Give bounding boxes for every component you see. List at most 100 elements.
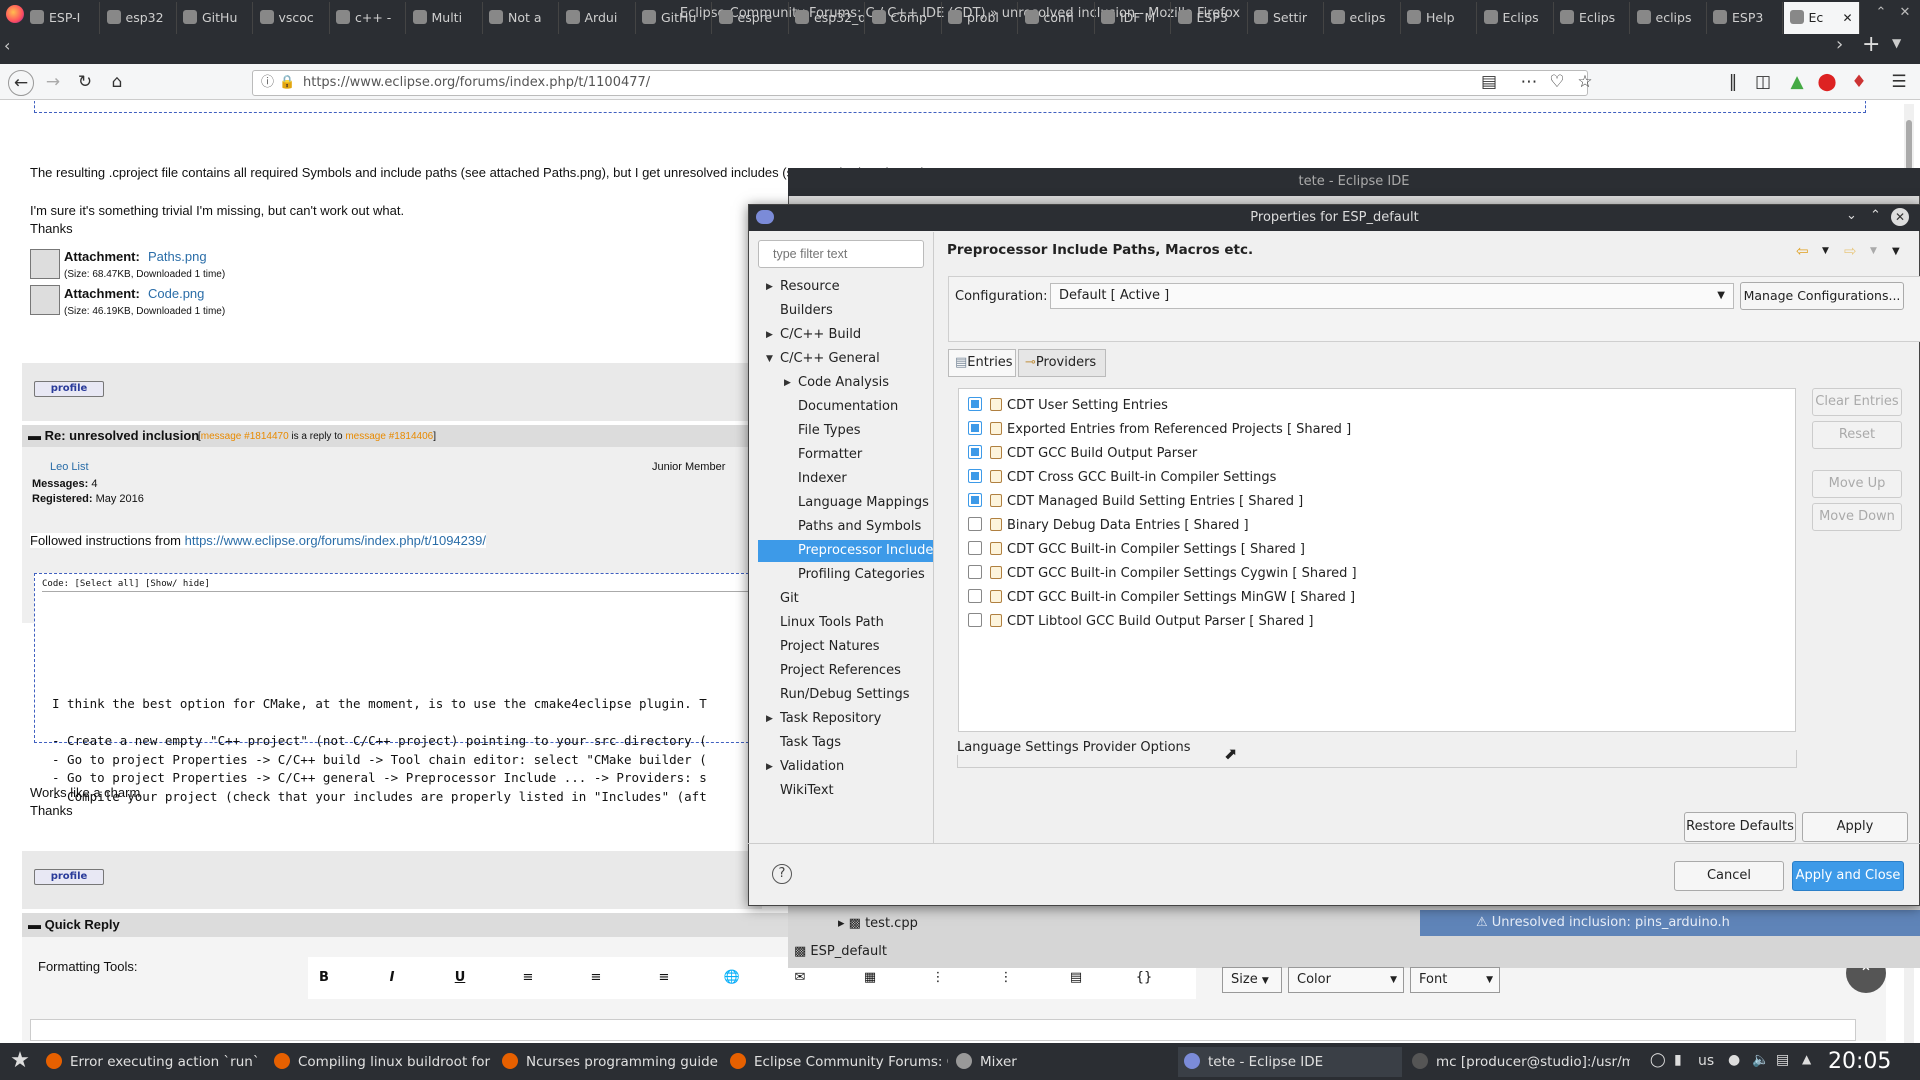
browser-tab[interactable]: Help <box>1401 2 1477 34</box>
tree-item[interactable]: WikiText <box>758 780 934 802</box>
browser-tab[interactable]: espre <box>713 2 789 34</box>
email-icon[interactable]: ✉ <box>790 970 810 985</box>
tree-item[interactable]: ▶ Code Analysis <box>758 372 934 394</box>
browser-tab[interactable]: Settir <box>1248 2 1324 34</box>
hamburger-menu-icon[interactable]: ☰ <box>1888 71 1910 93</box>
back-arrow-icon[interactable]: ← <box>8 70 34 96</box>
browser-tab[interactable]: eclips <box>1325 2 1401 34</box>
move-down-button[interactable]: Move Down <box>1812 503 1902 531</box>
new-tab-icon[interactable]: + <box>1862 32 1880 57</box>
browser-tab[interactable]: esp32 <box>101 2 177 34</box>
taskbar-item[interactable]: Eclipse Community Forums: C... <box>724 1047 948 1077</box>
provider-entry[interactable]: CDT Cross GCC Built-in Compiler Settings <box>968 468 1276 488</box>
tree-item[interactable]: ▶ Resource <box>758 276 934 298</box>
provider-entry[interactable]: CDT GCC Built-in Compiler Settings MinGW… <box>968 588 1355 608</box>
info-icon[interactable]: ⓘ <box>261 71 274 95</box>
expand-arrow-icon[interactable]: ▶ <box>784 372 791 394</box>
browser-tab[interactable]: Ec ✕ <box>1783 2 1860 34</box>
keyboard-layout[interactable]: us <box>1698 1053 1714 1069</box>
browser-tab[interactable]: eclips <box>1631 2 1707 34</box>
tree-item[interactable]: Project References <box>758 660 934 682</box>
tree-item-test-cpp[interactable]: ▸ ▩ test.cpp <box>838 916 918 931</box>
browser-tab[interactable]: ESP3 <box>1707 2 1783 34</box>
bullet-list-icon[interactable]: ⋮ <box>996 970 1016 985</box>
reader-view-icon[interactable]: ▤ <box>1478 71 1500 93</box>
dialog-minimize-icon[interactable]: ⌄ <box>1846 208 1857 223</box>
attachment-link-paths[interactable]: Paths.png <box>148 249 207 264</box>
reply-textarea[interactable] <box>30 1019 1856 1041</box>
apply-button[interactable]: Apply <box>1802 812 1908 842</box>
provider-entry[interactable]: CDT Managed Build Setting Entries [ Shar… <box>968 492 1303 512</box>
align-center-icon[interactable]: ≡ <box>586 970 606 985</box>
bold-button[interactable]: B <box>314 970 334 985</box>
provider-entry[interactable]: CDT GCC Build Output Parser <box>968 444 1197 464</box>
tree-item[interactable]: Profiling Categories <box>758 564 934 586</box>
reset-button[interactable]: Reset <box>1812 421 1902 449</box>
provider-checkbox[interactable] <box>968 541 982 555</box>
tree-item[interactable]: Project Natures <box>758 636 934 658</box>
restore-defaults-button[interactable]: Restore Defaults <box>1684 812 1796 842</box>
size-dropdown[interactable]: Size ▼ <box>1222 967 1282 993</box>
provider-checkbox[interactable] <box>968 517 982 531</box>
taskbar-item[interactable]: Error executing action `run` ... <box>40 1047 264 1077</box>
browser-tab[interactable]: Not a <box>483 2 559 34</box>
provider-entry[interactable]: CDT Libtool GCC Build Output Parser [ Sh… <box>968 612 1313 632</box>
provider-checkbox[interactable] <box>968 445 982 459</box>
back-nav-icon[interactable]: ⇦ <box>1796 242 1809 260</box>
tree-item[interactable]: Git <box>758 588 934 610</box>
align-left-icon[interactable]: ≡ <box>518 970 538 985</box>
close-window-icon[interactable]: ✕ <box>1896 4 1914 22</box>
browser-tab[interactable]: ESP-I <box>24 2 100 34</box>
followed-link[interactable]: https://www.eclipse.org/forums/index.php… <box>185 533 486 548</box>
tray-expand-icon[interactable]: ▲ <box>1802 1052 1811 1066</box>
expand-arrow-icon[interactable]: ▶ <box>766 276 773 298</box>
browser-tab[interactable]: vscoc <box>254 2 330 34</box>
provider-checkbox[interactable] <box>968 565 982 579</box>
tree-item[interactable]: Task Tags <box>758 732 934 754</box>
forward-history-chevron-icon[interactable]: ▼ <box>1870 246 1877 256</box>
taskbar-item[interactable]: Mixer <box>950 1047 1174 1077</box>
page-actions-icon[interactable]: ⋯ <box>1518 71 1540 93</box>
url-bar[interactable]: ⓘ 🔒 https://www.eclipse.org/forums/index… <box>252 70 1588 96</box>
browser-tab[interactable]: Multi <box>407 2 483 34</box>
tray-device-icon[interactable]: ▮ <box>1674 1052 1682 1068</box>
attachment-link-code[interactable]: Code.png <box>148 286 204 301</box>
browser-tab[interactable]: Comp <box>866 2 942 34</box>
volume-icon[interactable]: 🔈 <box>1752 1052 1769 1068</box>
code-icon[interactable]: {} <box>1134 970 1154 985</box>
shield-extension-icon[interactable]: ♦ <box>1848 71 1870 93</box>
reload-icon[interactable]: ↻ <box>74 71 96 93</box>
code-header[interactable]: Code: [Select all] [Show/ hide] <box>42 579 210 589</box>
filter-input[interactable] <box>758 240 924 268</box>
color-dropdown[interactable]: Color ▼ <box>1288 967 1404 993</box>
provider-checkbox[interactable] <box>968 493 982 507</box>
link-icon[interactable]: 🌐 <box>722 970 742 985</box>
cancel-button[interactable]: Cancel <box>1674 861 1784 891</box>
image-icon[interactable]: ▦ <box>860 970 880 985</box>
browser-tab[interactable]: ESP3 <box>1172 2 1248 34</box>
tree-item[interactable]: Linux Tools Path <box>758 612 934 634</box>
pocket-icon[interactable]: ♡ <box>1546 71 1568 93</box>
underline-button[interactable]: U <box>450 970 470 985</box>
tree-item[interactable]: Formatter <box>758 444 934 466</box>
provider-entry[interactable]: CDT User Setting Entries <box>968 396 1168 416</box>
tab-scroll-left-icon[interactable]: ‹ <box>4 36 10 55</box>
provider-entry[interactable]: CDT GCC Built-in Compiler Settings Cygwi… <box>968 564 1357 584</box>
browser-tab[interactable]: c++ - <box>330 2 406 34</box>
sidebar-icon[interactable]: ◫ <box>1752 71 1774 93</box>
tab-scroll-right-icon[interactable]: › <box>1836 34 1843 55</box>
font-dropdown[interactable]: Font ▼ <box>1410 967 1500 993</box>
view-menu-chevron-icon[interactable]: ▼ <box>1892 246 1900 257</box>
tree-item[interactable]: Indexer <box>758 468 934 490</box>
configuration-select[interactable]: Default [ Active ] ▼ <box>1050 283 1734 309</box>
move-up-button[interactable]: Move Up <box>1812 470 1902 498</box>
forward-arrow-icon[interactable]: → <box>42 71 64 93</box>
provider-entry[interactable]: Binary Debug Data Entries [ Shared ] <box>968 516 1249 536</box>
ublock-icon[interactable]: ⬤ <box>1816 71 1838 93</box>
tree-item[interactable]: ▼ C/C++ General <box>758 348 934 370</box>
apply-and-close-button[interactable]: Apply and Close <box>1792 861 1904 891</box>
tree-item[interactable]: Run/Debug Settings <box>758 684 934 706</box>
start-menu-icon[interactable]: ★ <box>6 1048 34 1076</box>
browser-tab[interactable]: Ardui <box>560 2 636 34</box>
collapse-arrow-icon[interactable]: ▼ <box>766 348 773 370</box>
